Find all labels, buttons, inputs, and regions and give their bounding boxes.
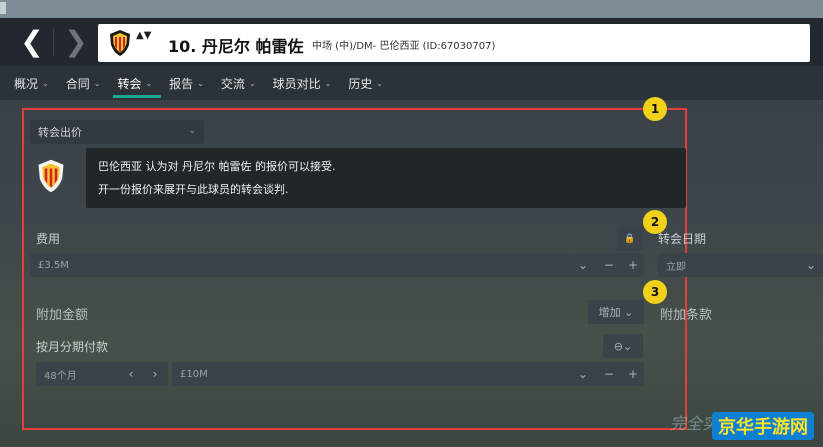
tab-reports[interactable]: 报告 ⌄ xyxy=(169,66,213,100)
nav-divider xyxy=(53,28,54,56)
plus-icon[interactable]: + xyxy=(626,367,640,381)
plus-icon[interactable]: + xyxy=(626,258,640,272)
caret-down-icon: ⌄ xyxy=(324,78,332,88)
add-clause-label: 附加条款 xyxy=(660,308,713,323)
chevron-down-icon[interactable]: ⌄ xyxy=(576,258,590,272)
message-line-1: 巴伦西亚 认为对 丹尼尔 帕雷佐 的报价可以接受. xyxy=(98,160,336,173)
chevron-right-icon[interactable]: › xyxy=(148,367,162,381)
tab-transfer[interactable]: 转会 ⌄ xyxy=(113,66,161,100)
callout-badge-1: 1 xyxy=(643,97,667,121)
club-crest-icon xyxy=(110,30,130,56)
tab-contract[interactable]: 合同 ⌄ xyxy=(66,66,110,100)
tab-history[interactable]: 历史 ⌄ xyxy=(348,66,392,100)
caret-down-icon: ⌄ xyxy=(248,78,256,88)
transfer-date-select[interactable]: 立即 ⌄ xyxy=(658,253,823,277)
tab-compare[interactable]: 球员对比 ⌄ xyxy=(273,66,341,100)
page-header: ❮ ❯ ▲▼ 10. 丹尼尔 帕雷佐 中场 (中)/DM- 巴伦西亚 (ID:6… xyxy=(0,18,823,66)
minus-icon[interactable]: − xyxy=(602,258,616,272)
tab-interaction[interactable]: 交流 ⌄ xyxy=(221,66,265,100)
monthly-amount-controls: ⌄ − + xyxy=(570,362,644,386)
transfer-date-label: 转会日期 xyxy=(658,232,707,246)
callout-badge-3: 3 xyxy=(643,280,667,304)
club-message-box: 巴伦西亚 认为对 丹尼尔 帕雷佐 的报价可以接受. 开一份报价来展开与此球员的转… xyxy=(86,148,686,208)
caret-down-icon: ⌄ xyxy=(376,78,384,88)
months-select[interactable]: 48个月 ‹ › xyxy=(36,362,168,386)
add-amount-label: 附加金额 xyxy=(36,308,89,323)
fee-lock-button[interactable]: 🔒 xyxy=(617,227,643,251)
chevron-down-icon[interactable]: ⌄ xyxy=(576,367,590,381)
tab-overview[interactable]: 概况 ⌄ xyxy=(14,66,58,100)
tab-bar: 概况 ⌄ 合同 ⌄ 转会 ⌄ 报告 ⌄ 交流 ⌄ 球员对比 ⌄ 历史 ⌄ xyxy=(0,66,823,100)
site-logo-watermark: 京华手游网 xyxy=(712,412,814,440)
monthly-installments-label: 按月分期付款 xyxy=(36,340,109,354)
monthly-amount-input[interactable]: £10M xyxy=(172,362,570,386)
caret-down-icon: ⌄ xyxy=(42,78,49,88)
club-crest-icon xyxy=(38,159,64,193)
lock-icon: 🔒 xyxy=(624,234,636,244)
forward-button[interactable]: ❯ xyxy=(58,24,94,60)
fee-input[interactable]: £3.5M xyxy=(30,253,570,277)
player-name: 10. 丹尼尔 帕雷佐 xyxy=(168,37,304,56)
minus-icon[interactable]: − xyxy=(602,367,616,381)
caret-down-icon: ⌄ xyxy=(145,78,153,88)
chevron-left-icon: ❮ xyxy=(20,25,44,58)
chevron-left-icon[interactable]: ‹ xyxy=(124,367,138,381)
player-header-panel: ▲▼ 10. 丹尼尔 帕雷佐 中场 (中)/DM- 巴伦西亚 (ID:67030… xyxy=(98,24,810,62)
chevron-down-icon: ⌄ xyxy=(188,126,196,136)
player-switch-updown[interactable]: ▲▼ xyxy=(136,29,152,57)
player-info: 中场 (中)/DM- 巴伦西亚 (ID:67030707) xyxy=(312,41,496,52)
transfer-offer-panel: 1 2 3 转会出价 ⌄ 巴伦西亚 认为对 丹尼尔 帕雷佐 的报价可以接受. 开… xyxy=(0,97,823,447)
fee-label: 费用 xyxy=(36,232,61,246)
message-line-2: 开一份报价来展开与此球员的转会谈判. xyxy=(98,183,289,196)
back-button[interactable]: ❮ xyxy=(14,24,50,60)
offer-type-dropdown[interactable]: 转会出价 ⌄ xyxy=(30,120,204,144)
monthly-toggle-button[interactable]: ⊖⌄ xyxy=(603,334,643,358)
chevron-updown-icon: ▲▼ xyxy=(136,30,152,41)
remove-circle-icon: ⊖⌄ xyxy=(613,339,633,353)
window-top-strip xyxy=(0,0,823,18)
window-corner-mark xyxy=(0,2,6,14)
add-amount-button[interactable]: 增加 ⌄ xyxy=(588,300,644,324)
chevron-right-icon: ❯ xyxy=(64,25,88,58)
caret-down-icon: ⌄ xyxy=(93,78,101,88)
caret-down-icon: ⌄ xyxy=(197,78,204,88)
chevron-down-icon: ⌄ xyxy=(805,258,817,272)
fee-controls: ⌄ − + xyxy=(570,253,644,277)
